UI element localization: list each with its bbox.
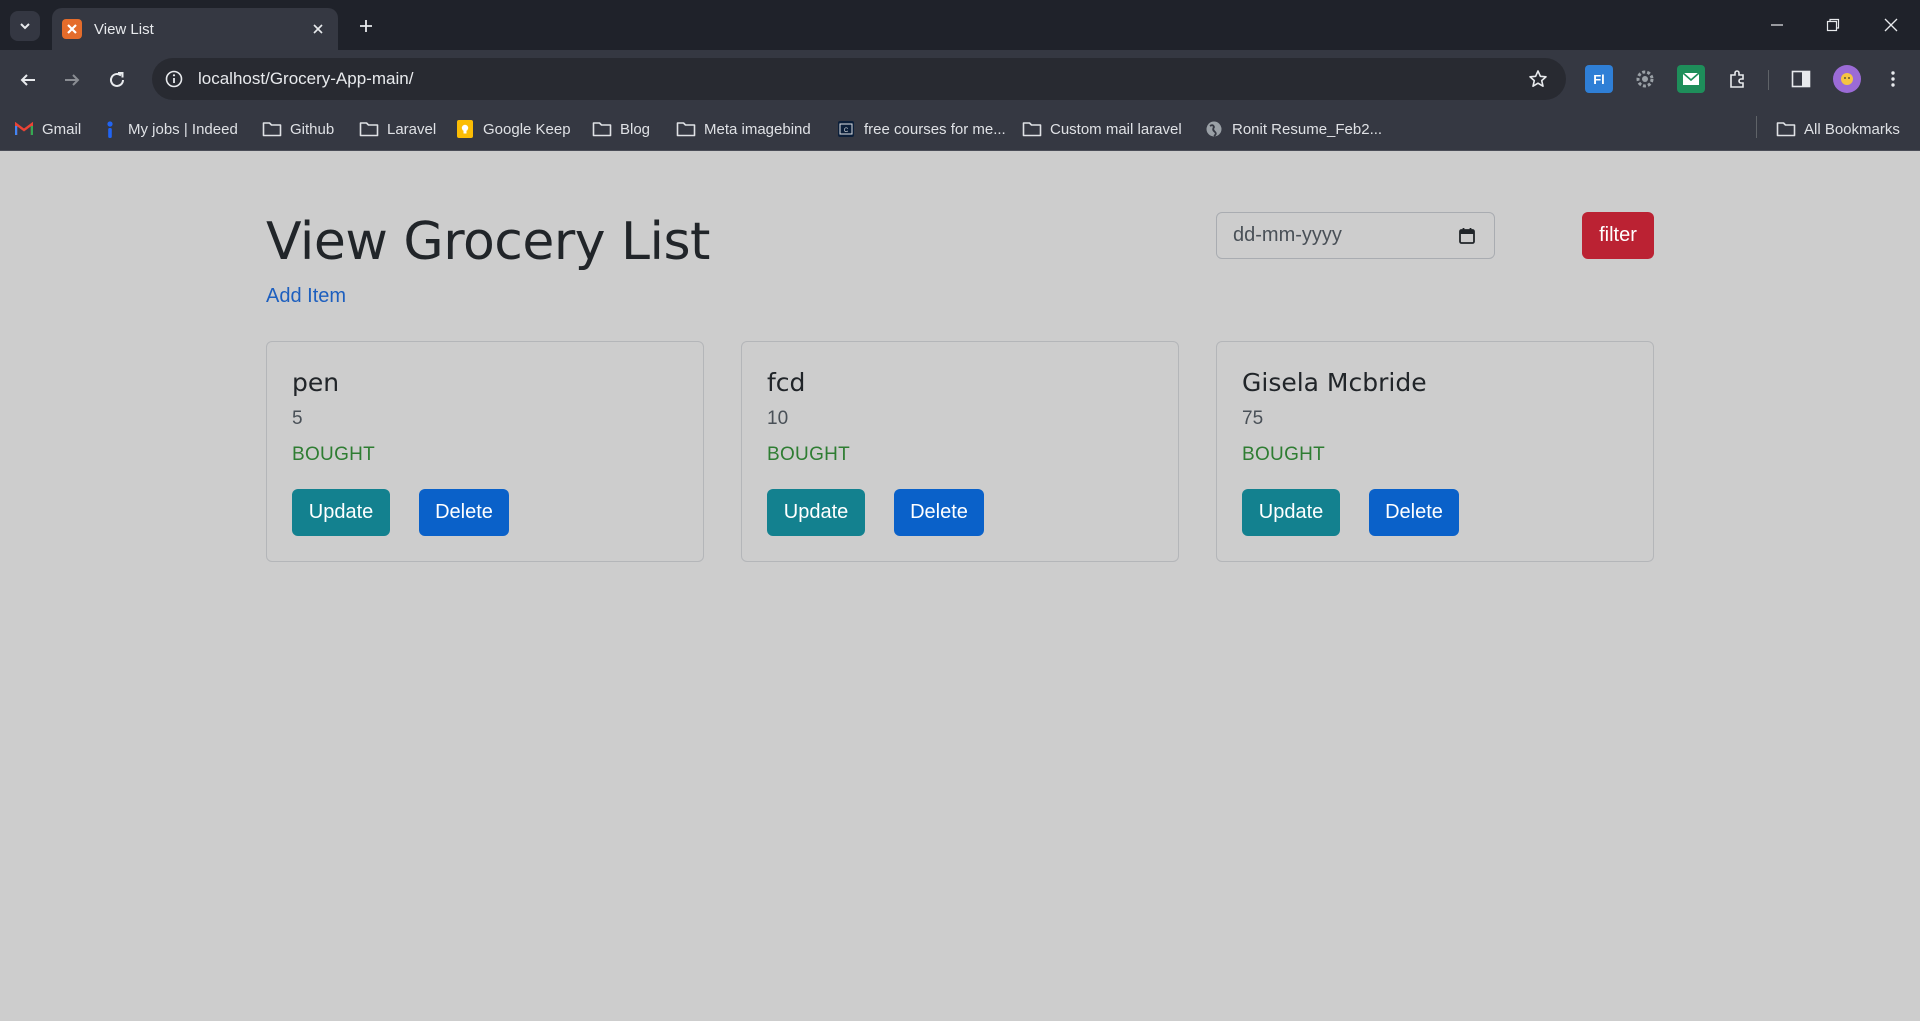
item-status: BOUGHT bbox=[1242, 444, 1326, 465]
bookmark-free-courses[interactable]: C free courses for me... bbox=[836, 116, 1006, 142]
item-status: BOUGHT bbox=[292, 444, 376, 465]
calendar-icon[interactable] bbox=[1456, 225, 1478, 247]
bookmark-indeed[interactable]: My jobs | Indeed bbox=[100, 116, 238, 142]
bookmark-label: Github bbox=[290, 120, 335, 138]
globe-icon bbox=[1204, 119, 1224, 139]
grocery-item-card: Gisela Mcbride 75 BOUGHT Update Delete bbox=[1216, 341, 1654, 562]
new-tab-icon[interactable] bbox=[352, 12, 380, 40]
item-name: Gisela Mcbride bbox=[1242, 368, 1427, 397]
item-status: BOUGHT bbox=[767, 444, 851, 465]
browser-menu-icon[interactable] bbox=[1879, 65, 1907, 93]
bookmark-label: free courses for me... bbox=[864, 120, 1006, 138]
grocery-item-card: fcd 10 BOUGHT Update Delete bbox=[741, 341, 1179, 562]
browser-toolbar: localhost/Grocery-App-main/ Fl bbox=[0, 50, 1920, 108]
bookmarks-bar: Gmail My jobs | Indeed Github Laravel Go… bbox=[0, 108, 1920, 151]
bookmark-github[interactable]: Github bbox=[262, 116, 334, 142]
folder-icon bbox=[676, 119, 696, 139]
bookmark-label: My jobs | Indeed bbox=[128, 120, 238, 138]
date-placeholder: dd-mm-yyyy bbox=[1233, 224, 1342, 246]
folder-icon bbox=[1776, 119, 1796, 139]
puzzle-extensions-icon[interactable] bbox=[1723, 65, 1751, 93]
site-info-icon[interactable] bbox=[162, 67, 186, 91]
bookmark-label: Custom mail laravel bbox=[1050, 120, 1182, 138]
update-button[interactable]: Update bbox=[767, 489, 865, 536]
page-title: View Grocery List bbox=[266, 212, 710, 272]
profile-avatar[interactable] bbox=[1833, 65, 1861, 93]
bookmark-meta-imagebind[interactable]: Meta imagebind bbox=[676, 116, 811, 142]
bookmark-label: Google Keep bbox=[483, 120, 571, 138]
courses-icon: C bbox=[836, 119, 856, 139]
tab-search-button[interactable] bbox=[10, 11, 40, 41]
page-content: View Grocery List Add Item dd-mm-yyyy fi… bbox=[0, 151, 1920, 1021]
bookmark-laravel[interactable]: Laravel bbox=[359, 116, 436, 142]
bookmark-label: Gmail bbox=[42, 120, 82, 138]
folder-icon bbox=[592, 119, 612, 139]
bookmark-google-keep[interactable]: Google Keep bbox=[455, 116, 571, 142]
bookmark-ronit-resume[interactable]: Ronit Resume_Feb2... bbox=[1204, 116, 1382, 142]
gmail-icon bbox=[14, 119, 34, 139]
url-text: localhost/Grocery-App-main/ bbox=[198, 69, 414, 88]
item-quantity: 5 bbox=[292, 408, 303, 429]
back-arrow-icon[interactable] bbox=[12, 64, 44, 96]
update-button[interactable]: Update bbox=[1242, 489, 1340, 536]
bookmark-label: Blog bbox=[620, 120, 651, 138]
all-bookmarks-label: All Bookmarks bbox=[1804, 120, 1900, 138]
close-tab-icon[interactable] bbox=[306, 17, 330, 41]
bookmark-star-icon[interactable] bbox=[1524, 65, 1552, 93]
add-item-link[interactable]: Add Item bbox=[266, 285, 346, 308]
tab-strip: View List bbox=[0, 0, 1920, 50]
reload-icon[interactable] bbox=[101, 64, 133, 96]
bookmarks-divider bbox=[1756, 116, 1757, 138]
filter-button[interactable]: filter bbox=[1582, 212, 1654, 259]
forward-arrow-icon[interactable] bbox=[56, 64, 88, 96]
item-name: pen bbox=[292, 368, 340, 397]
folder-icon bbox=[262, 119, 282, 139]
item-quantity: 75 bbox=[1242, 408, 1264, 429]
delete-button[interactable]: Delete bbox=[1369, 489, 1459, 536]
mail-extension-icon[interactable] bbox=[1677, 65, 1705, 93]
item-name: fcd bbox=[767, 368, 806, 397]
indeed-icon bbox=[100, 119, 120, 139]
svg-text:C: C bbox=[844, 128, 849, 134]
xampp-favicon-icon bbox=[62, 19, 82, 39]
update-button[interactable]: Update bbox=[292, 489, 390, 536]
folder-icon bbox=[359, 119, 379, 139]
toolbar-divider bbox=[1768, 70, 1769, 90]
folder-icon bbox=[1022, 119, 1042, 139]
chevron-down-icon bbox=[20, 23, 30, 30]
fl-extension-icon[interactable]: Fl bbox=[1585, 65, 1613, 93]
bookmark-label: Ronit Resume_Feb2... bbox=[1232, 120, 1383, 138]
close-window-icon[interactable] bbox=[1868, 8, 1914, 42]
google-keep-icon bbox=[455, 119, 475, 139]
side-panel-icon[interactable] bbox=[1787, 65, 1815, 93]
delete-button[interactable]: Delete bbox=[419, 489, 509, 536]
item-quantity: 10 bbox=[767, 408, 789, 429]
address-bar[interactable]: localhost/Grocery-App-main/ bbox=[152, 58, 1566, 100]
delete-button[interactable]: Delete bbox=[894, 489, 984, 536]
restore-icon[interactable] bbox=[1810, 8, 1856, 42]
bookmark-blog[interactable]: Blog bbox=[592, 116, 650, 142]
bookmark-label: Meta imagebind bbox=[704, 120, 811, 138]
minimize-icon[interactable] bbox=[1754, 8, 1800, 42]
tab-title: View List bbox=[94, 20, 154, 38]
gear-extension-icon[interactable] bbox=[1631, 65, 1659, 93]
grocery-item-card: pen 5 BOUGHT Update Delete bbox=[266, 341, 704, 562]
active-tab[interactable]: View List bbox=[52, 8, 338, 50]
bookmark-gmail[interactable]: Gmail bbox=[14, 116, 81, 142]
bookmark-custom-mail-laravel[interactable]: Custom mail laravel bbox=[1022, 116, 1182, 142]
all-bookmarks[interactable]: All Bookmarks bbox=[1776, 116, 1900, 142]
date-filter-input[interactable]: dd-mm-yyyy bbox=[1216, 212, 1495, 259]
bookmark-label: Laravel bbox=[387, 120, 437, 138]
